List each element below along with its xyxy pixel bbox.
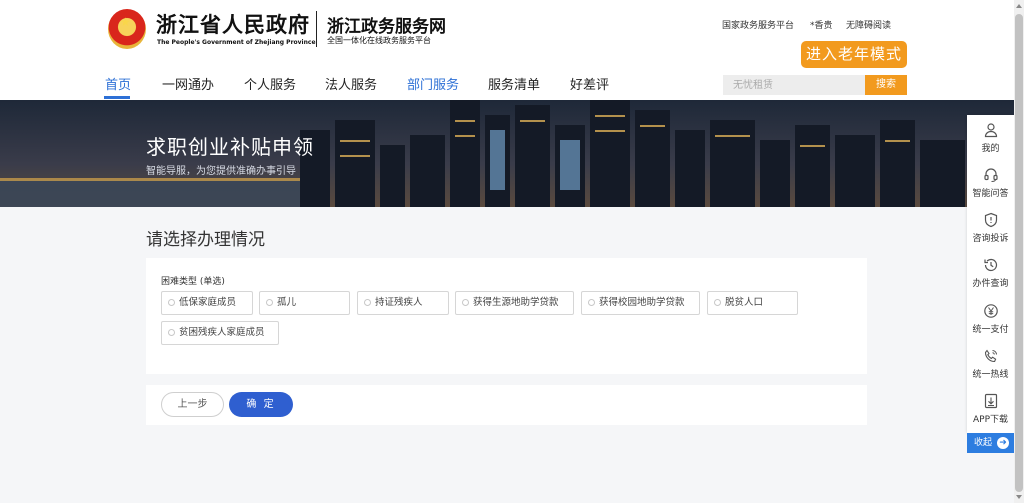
side-item-complaint[interactable]: 咨询投诉 bbox=[967, 212, 1014, 244]
radio-icon bbox=[168, 329, 175, 336]
link-accessibility[interactable]: 无障碍阅读 bbox=[846, 18, 891, 31]
side-collapse-button[interactable]: 收起 ➜ bbox=[967, 433, 1014, 453]
side-panel: 我的 智能问答 咨询投诉 办件查询 统一支付 统一热线 APP下载 bbox=[967, 115, 1014, 433]
service-subtitle: 全国一体化在线政务服务平台 bbox=[327, 36, 431, 45]
option-poverty-exit[interactable]: 脱贫人口 bbox=[707, 291, 798, 315]
side-label: 智能问答 bbox=[972, 189, 1009, 199]
scroll-thumb[interactable] bbox=[1015, 14, 1023, 492]
option-label: 持证残疾人 bbox=[375, 297, 423, 308]
elder-mode-button[interactable]: 进入老年模式 bbox=[801, 41, 907, 68]
download-icon bbox=[984, 393, 997, 409]
search-input[interactable] bbox=[723, 75, 865, 95]
phone-icon bbox=[984, 349, 997, 363]
nav-evaluation[interactable]: 好差评 bbox=[570, 74, 609, 93]
radio-icon bbox=[364, 299, 371, 306]
action-bar: 上一步 确 定 bbox=[146, 385, 867, 425]
nav-personal[interactable]: 个人服务 bbox=[244, 74, 296, 93]
side-label: 统一支付 bbox=[972, 325, 1009, 335]
nav-one-stop[interactable]: 一网通办 bbox=[162, 74, 214, 93]
confirm-button[interactable]: 确 定 bbox=[229, 392, 293, 417]
banner-subtitle: 智能导服，为您提供准确办事引导 bbox=[146, 166, 296, 177]
prev-step-button[interactable]: 上一步 bbox=[161, 392, 224, 417]
radio-icon bbox=[588, 299, 595, 306]
side-item-progress-query[interactable]: 办件查询 bbox=[967, 257, 1014, 289]
nav-home[interactable]: 首页 bbox=[105, 74, 131, 93]
banner: 求职创业补贴申领 智能导服，为您提供准确办事引导 bbox=[0, 100, 1014, 207]
link-user[interactable]: *香贵 bbox=[810, 18, 833, 31]
options-card: 困难类型 (单选) 低保家庭成员 孤儿 持证残疾人 获得生源地助学贷款 获得校园… bbox=[146, 258, 867, 374]
scroll-up-icon[interactable] bbox=[1016, 4, 1022, 8]
question-label: 困难类型 (单选) bbox=[161, 277, 225, 287]
nav-service-list[interactable]: 服务清单 bbox=[488, 74, 540, 93]
link-national-platform[interactable]: 国家政务服务平台 bbox=[722, 18, 794, 31]
nav-department[interactable]: 部门服务 bbox=[407, 74, 459, 93]
gov-subtitle: The People's Government of Zhejiang Prov… bbox=[157, 39, 316, 46]
history-icon bbox=[983, 258, 997, 272]
side-label: 统一热线 bbox=[972, 370, 1009, 380]
site-header: 浙江省人民政府 The People's Government of Zheji… bbox=[0, 0, 1014, 100]
option-disabled[interactable]: 持证残疾人 bbox=[357, 291, 449, 315]
headset-icon bbox=[983, 168, 998, 182]
national-emblem-icon bbox=[108, 9, 146, 49]
option-poor-disabled-family[interactable]: 贫困残疾人家庭成员 bbox=[161, 321, 279, 345]
side-item-qa[interactable]: 智能问答 bbox=[967, 167, 1014, 199]
option-label: 低保家庭成员 bbox=[179, 297, 237, 308]
nav-active-underline bbox=[104, 96, 130, 99]
option-low-income[interactable]: 低保家庭成员 bbox=[161, 291, 253, 315]
option-label: 获得校园地助学贷款 bbox=[599, 297, 685, 308]
section-title: 请选择办理情况 bbox=[146, 230, 265, 250]
header-divider bbox=[316, 11, 317, 47]
radio-icon bbox=[266, 299, 273, 306]
shield-icon bbox=[984, 212, 997, 228]
side-item-hotline[interactable]: 统一热线 bbox=[967, 348, 1014, 380]
option-orphan[interactable]: 孤儿 bbox=[259, 291, 350, 315]
search-button[interactable]: 搜索 bbox=[865, 75, 907, 95]
side-item-mine[interactable]: 我的 bbox=[967, 122, 1014, 154]
page-scrollbar[interactable] bbox=[1014, 0, 1024, 503]
collapse-label: 收起 bbox=[974, 438, 993, 448]
side-label: 办件查询 bbox=[972, 279, 1009, 289]
side-label: APP下载 bbox=[972, 415, 1008, 425]
side-label: 咨询投诉 bbox=[972, 234, 1009, 244]
gov-title: 浙江省人民政府 bbox=[156, 12, 310, 37]
option-label: 孤儿 bbox=[277, 297, 297, 308]
banner-title: 求职创业补贴申领 bbox=[146, 135, 314, 159]
option-label: 贫困残疾人家庭成员 bbox=[179, 327, 265, 338]
radio-icon bbox=[462, 299, 469, 306]
option-label: 脱贫人口 bbox=[725, 297, 764, 308]
scroll-down-icon[interactable] bbox=[1016, 495, 1022, 499]
radio-icon bbox=[168, 299, 175, 306]
side-item-app-download[interactable]: APP下载 bbox=[967, 393, 1014, 425]
arrow-right-icon: ➜ bbox=[997, 437, 1009, 449]
option-label: 获得生源地助学贷款 bbox=[473, 297, 559, 308]
side-item-payment[interactable]: 统一支付 bbox=[967, 303, 1014, 335]
radio-icon bbox=[714, 299, 721, 306]
side-label: 我的 bbox=[981, 144, 1000, 154]
yen-icon bbox=[983, 304, 998, 318]
option-campus-loan[interactable]: 获得校园地助学贷款 bbox=[581, 291, 700, 315]
option-origin-loan[interactable]: 获得生源地助学贷款 bbox=[455, 291, 574, 315]
service-title[interactable]: 浙江政务服务网 bbox=[327, 12, 446, 37]
user-icon bbox=[984, 123, 997, 138]
nav-corporate[interactable]: 法人服务 bbox=[325, 74, 377, 93]
